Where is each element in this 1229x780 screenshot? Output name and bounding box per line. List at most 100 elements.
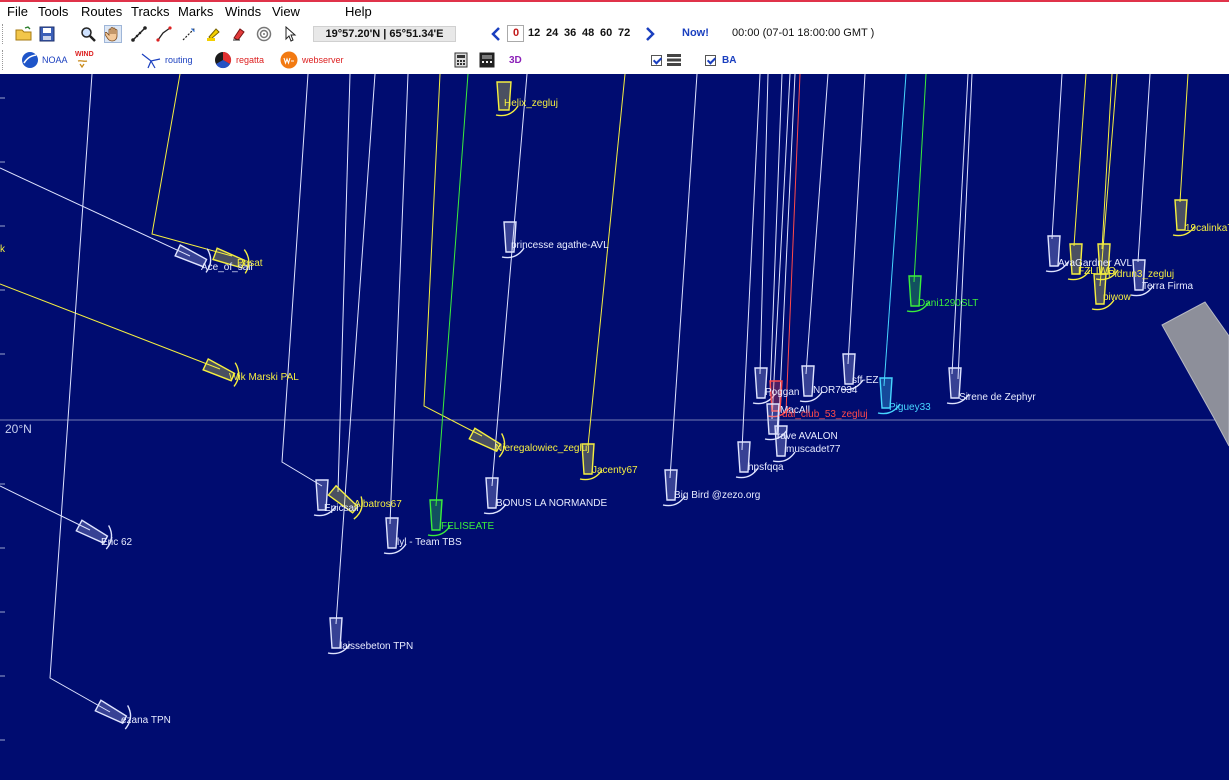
data-toolbar: NOAA WIND routing regatta webserver 3D B…	[0, 47, 1229, 73]
boat-label[interactable]: rave AVALON	[777, 431, 838, 442]
boat-label[interactable]: k	[0, 244, 5, 255]
menu-tracks[interactable]: Tracks	[131, 4, 170, 19]
boat-label[interactable]: Pasat	[237, 258, 263, 269]
track-ezana	[49, 74, 111, 713]
toolbar-grip[interactable]	[2, 24, 7, 44]
three-d-label: 3D	[509, 54, 522, 66]
track-eric-62	[0, 485, 91, 531]
board-computer-icon[interactable]	[479, 51, 495, 69]
boat-label[interactable]: NOR7034	[813, 385, 857, 396]
three-d-button[interactable]: 3D	[506, 51, 522, 69]
menu-help[interactable]: Help	[345, 4, 372, 19]
boat-label[interactable]: sff-EZ	[852, 375, 878, 386]
boat-label[interactable]: BONUS LA NORMANDE	[496, 498, 607, 509]
track-epicsail	[281, 74, 323, 487]
routing-icon	[141, 53, 161, 69]
boat-label[interactable]: muscadet77	[786, 444, 840, 455]
boat-label[interactable]: Eric 62	[101, 537, 132, 548]
boat-label[interactable]: Albatros67	[354, 499, 402, 510]
pencil-icon[interactable]	[180, 25, 198, 43]
highlighter-icon[interactable]	[205, 25, 223, 43]
boat-label[interactable]: Piguey33	[889, 402, 931, 413]
pointer-icon[interactable]	[281, 25, 299, 43]
track-lyl	[389, 74, 409, 525]
layers-checkbox[interactable]	[651, 54, 662, 66]
boat-label[interactable]: Sirene de Zephyr	[959, 392, 1036, 403]
hour-0[interactable]: 0	[513, 27, 519, 39]
noaa-label: NOAA	[42, 55, 68, 65]
boat-label[interactable]: Poggan	[765, 387, 799, 398]
boat-label[interactable]: Nieregalowiec_zegluj	[495, 443, 590, 454]
regatta-button[interactable]: regatta	[213, 51, 264, 69]
menu-file[interactable]: File	[7, 4, 28, 19]
coordinate-readout: 19°57.20'N | 65°51.34'E	[313, 26, 456, 42]
calculator-icon[interactable]	[454, 51, 468, 69]
wind-button[interactable]: WIND	[74, 51, 94, 69]
target-icon[interactable]	[255, 25, 273, 43]
toolbar2-grip[interactable]	[2, 50, 7, 70]
now-button[interactable]: Now!	[682, 27, 709, 39]
eraser-icon[interactable]	[230, 25, 248, 43]
boat-markers	[75, 81, 1196, 730]
track-piguey	[883, 74, 907, 387]
hour-12[interactable]: 12	[528, 27, 540, 39]
boat-label[interactable]: 19calinka76	[1185, 223, 1229, 234]
measure-icon[interactable]	[130, 25, 148, 43]
ba-checkbox[interactable]	[705, 54, 716, 66]
left-tick-marks	[0, 97, 5, 741]
regatta-icon	[215, 51, 232, 69]
route-line-icon[interactable]	[155, 25, 173, 43]
map-drawing	[0, 74, 1229, 741]
boat-label[interactable]: lyl - Team TBS	[397, 537, 462, 548]
boat-label[interactable]: Terra Firma	[1142, 281, 1193, 292]
menu-view[interactable]: View	[272, 4, 300, 19]
menu-winds[interactable]: Winds	[225, 4, 261, 19]
boat-label[interactable]: dal_club_53_zegluj	[782, 409, 868, 420]
webserver-icon	[280, 51, 298, 69]
hour-24[interactable]: 24	[546, 27, 558, 39]
boat-label[interactable]: piwow	[1103, 292, 1131, 303]
track-terra-firma	[1137, 74, 1151, 263]
ba-toggle[interactable]: BA	[705, 51, 736, 69]
menu-tools[interactable]: Tools	[38, 4, 68, 19]
boat-label[interactable]: Jacenty67	[592, 465, 638, 476]
boat-label[interactable]: Wik Marski PAL	[229, 372, 299, 383]
noaa-button[interactable]: NOAA	[21, 51, 68, 69]
hour-72[interactable]: 72	[618, 27, 630, 39]
ba-label: BA	[722, 54, 737, 66]
boat-label[interactable]: Big Bird @zezo.org	[674, 490, 760, 501]
boat-label[interactable]: hpsfqqa	[748, 462, 784, 473]
boat-label[interactable]: Helix_zegluj	[504, 98, 558, 109]
pan-hand-icon[interactable]	[104, 25, 122, 43]
noaa-icon	[22, 52, 38, 68]
boat-label[interactable]: ezana TPN	[121, 715, 171, 726]
application-window: File Tools Routes Tracks Marks Winds Vie…	[0, 0, 1229, 780]
boat-label[interactable]: Pidrun3_zegluj	[1108, 269, 1174, 280]
boat-label[interactable]: princesse agathe-AVL	[511, 240, 609, 251]
main-toolbar: 19°57.20'N | 65°51.34'E 0 12 24 36 48 60…	[0, 22, 1229, 46]
layers-toggle[interactable]	[651, 51, 682, 69]
track-fzliwo	[1073, 74, 1087, 247]
webserver-label: webserver	[302, 55, 344, 65]
hour-48[interactable]: 48	[582, 27, 594, 39]
boat-label[interactable]: Dani1290SLT	[918, 298, 978, 309]
track-feliseate	[435, 74, 469, 507]
webserver-button[interactable]: webserver	[279, 51, 344, 69]
zoom-icon[interactable]	[79, 25, 97, 43]
hour-60[interactable]: 60	[600, 27, 612, 39]
boat-label[interactable]: laissebeton TPN	[340, 641, 413, 652]
track-dani	[913, 74, 927, 283]
menu-routes[interactable]: Routes	[81, 4, 122, 19]
boat-label[interactable]: FELISEATE	[441, 521, 494, 532]
routing-button[interactable]: routing	[140, 51, 193, 69]
save-icon[interactable]	[38, 25, 56, 43]
track-big-bird	[669, 74, 698, 479]
next-time-icon[interactable]	[643, 25, 657, 43]
previous-time-icon[interactable]	[489, 25, 503, 43]
track-bonus	[491, 74, 528, 487]
hour-36[interactable]: 36	[564, 27, 576, 39]
menu-bar: File Tools Routes Tracks Marks Winds Vie…	[0, 2, 1229, 22]
open-folder-icon[interactable]	[15, 25, 33, 43]
menu-marks[interactable]: Marks	[178, 4, 213, 19]
map-canvas[interactable]: 20°N Helix_zegluj princesse agathe-AVL A…	[0, 74, 1229, 780]
